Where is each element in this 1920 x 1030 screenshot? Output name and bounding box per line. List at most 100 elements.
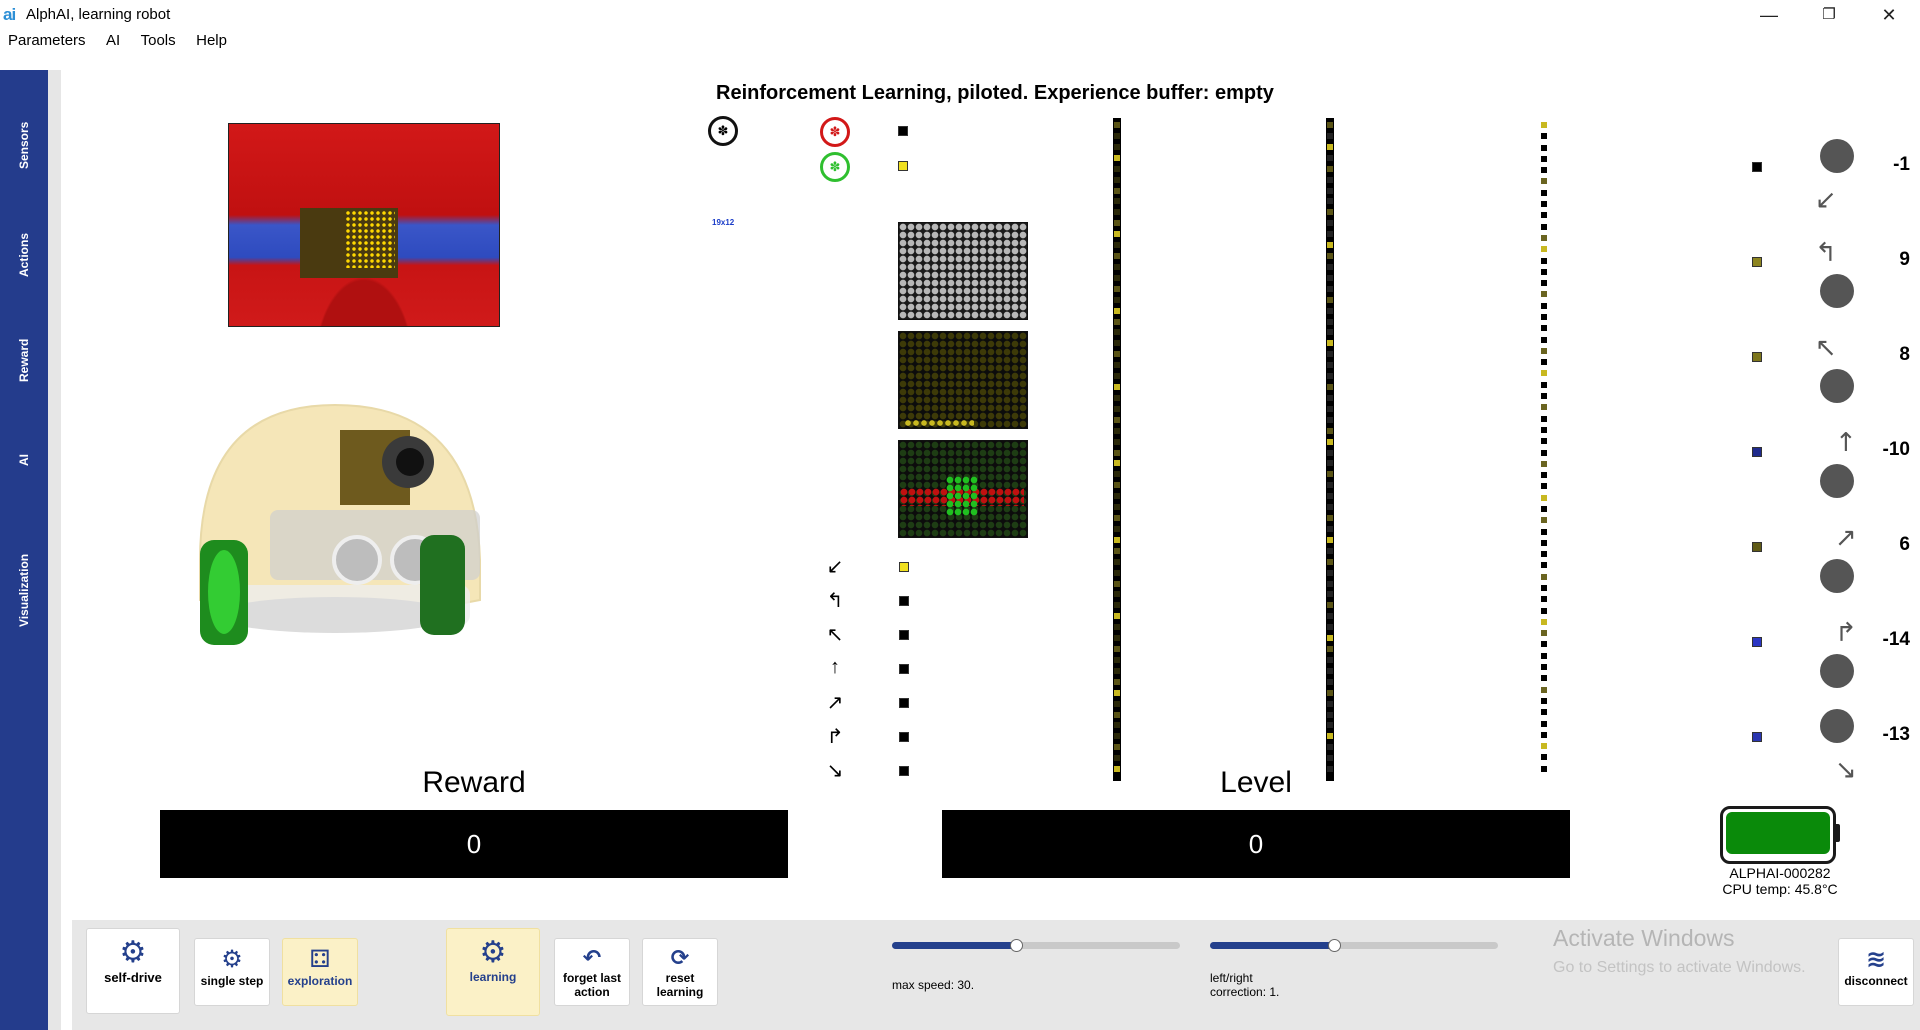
exploration-button[interactable]: ⚃ exploration — [282, 938, 358, 1006]
tab-actions[interactable]: Actions — [0, 200, 48, 310]
menu-help[interactable]: Help — [196, 32, 227, 49]
neuron-square — [1114, 471, 1120, 478]
neuron-square — [1114, 198, 1120, 205]
neuron-square — [1541, 178, 1547, 185]
learning-button[interactable]: ⚙ learning — [446, 928, 540, 1016]
activate-windows-title: Activate Windows — [1553, 925, 1735, 951]
q-value-square — [1752, 352, 1762, 362]
max-speed-slider-fill — [892, 942, 1016, 949]
q-value-square — [1752, 542, 1762, 552]
minimize-button[interactable]: — — [1746, 2, 1792, 28]
brain-icon: ⚙ — [479, 936, 507, 969]
neuron-square — [1541, 381, 1547, 388]
neuron-square — [1541, 336, 1547, 343]
neuron-square — [1541, 291, 1547, 298]
neuron-square — [1114, 580, 1120, 587]
robot-id: ALPHAI-000282 — [1729, 865, 1831, 881]
disconnect-button[interactable]: ≋ disconnect — [1838, 938, 1914, 1006]
turn-right-icon: ↱ — [826, 726, 844, 748]
neuron-square — [1114, 755, 1120, 762]
q-value-label: -1 — [1893, 154, 1910, 175]
max-speed-label: max speed: 30. — [892, 978, 975, 992]
neuron-square — [1327, 493, 1333, 500]
max-speed-slider-thumb[interactable] — [1010, 939, 1023, 952]
sensor-input-square — [898, 161, 908, 171]
hidden-layer-1 — [1113, 118, 1121, 781]
neuron-square — [1541, 618, 1547, 625]
q-value-label: 9 — [1899, 249, 1910, 270]
neuron-square — [1327, 700, 1333, 707]
neuron-square — [1114, 547, 1120, 554]
neuron-square — [1541, 641, 1547, 648]
app-logo-icon: ai — [3, 5, 16, 24]
neuron-square — [1327, 656, 1333, 663]
menu-tools[interactable]: Tools — [141, 32, 176, 49]
neuron-square — [1327, 536, 1333, 543]
neuron-square — [1541, 472, 1547, 479]
action-input-square — [899, 732, 909, 742]
reset-learning-button[interactable]: ⟳ reset learning — [642, 938, 718, 1006]
neuron-square — [1327, 362, 1333, 369]
neuron-square — [1327, 558, 1333, 565]
neuron-square — [1114, 689, 1120, 696]
neuron-square — [1114, 504, 1120, 511]
neuron-square — [1541, 359, 1547, 366]
neuron-square — [1327, 613, 1333, 620]
neuron-square — [1327, 187, 1333, 194]
neuron-square — [1327, 515, 1333, 521]
neuron-square — [1114, 274, 1120, 281]
neuron-square — [1114, 678, 1120, 685]
q-value-square — [1752, 732, 1762, 742]
wheel-stop-icon: ✽ — [820, 117, 850, 147]
neuron-square — [1114, 154, 1120, 161]
neuron-square — [1114, 329, 1120, 336]
forget-last-action-button[interactable]: ↶ forget last action — [554, 938, 630, 1006]
neuron-square — [1114, 318, 1120, 325]
action-input-square — [899, 596, 909, 606]
self-drive-button[interactable]: ⚙ self-drive — [86, 928, 180, 1014]
tab-ai[interactable]: AI — [0, 410, 48, 510]
neuron-square — [1541, 686, 1547, 693]
correction-slider-thumb[interactable] — [1328, 939, 1341, 952]
neuron-square — [1327, 624, 1333, 631]
neuron-square — [1541, 483, 1547, 490]
neuron-square — [1327, 132, 1333, 139]
neuron-square — [1541, 370, 1547, 377]
hidden-layer-3 — [1540, 118, 1548, 781]
tab-visualization[interactable]: Visualization — [0, 510, 48, 670]
side-tab-strip: Sensors Actions Reward AI Visualization — [0, 70, 48, 1030]
turn-left-icon: ↰ — [826, 590, 844, 612]
activate-windows-subtitle: Go to Settings to activate Windows. — [1553, 959, 1806, 976]
neuron-square — [1541, 280, 1547, 287]
neuron-square — [1114, 405, 1120, 412]
action-input-square — [899, 766, 909, 776]
neuron-square — [1327, 274, 1333, 281]
menu-ai[interactable]: AI — [106, 32, 120, 49]
action-input-square — [899, 630, 909, 640]
forward-icon: ↑ — [830, 656, 840, 678]
q-value-label: -14 — [1882, 629, 1910, 650]
neuron-square — [1114, 667, 1120, 674]
neuron-square — [1327, 744, 1333, 751]
neuron-square — [1541, 709, 1547, 716]
reset-learning-label: reset learning — [656, 971, 704, 999]
neuron-square — [1327, 296, 1333, 303]
menu-parameters[interactable]: Parameters — [8, 32, 86, 49]
neuron-square — [1114, 569, 1120, 576]
action-input-square — [899, 562, 909, 572]
neuron-square — [1327, 547, 1333, 554]
tab-reward[interactable]: Reward — [0, 310, 48, 410]
neuron-square — [1541, 539, 1547, 546]
close-button[interactable]: ✕ — [1866, 2, 1912, 28]
restore-button[interactable]: ❐ — [1806, 2, 1852, 28]
turn-back-right-icon: ↘ — [826, 760, 844, 782]
svg-text:↙: ↙ — [1815, 185, 1837, 215]
neuron-square — [1327, 591, 1333, 598]
page-title: Reinforcement Learning, piloted. Experie… — [716, 82, 1274, 104]
neuron-square — [1327, 405, 1333, 412]
neuron-square — [1327, 340, 1333, 347]
tab-sensors[interactable]: Sensors — [0, 90, 48, 200]
neuron-square — [1327, 394, 1333, 401]
single-step-button[interactable]: ⚙ single step — [194, 938, 270, 1006]
neuron-square — [1327, 667, 1333, 674]
